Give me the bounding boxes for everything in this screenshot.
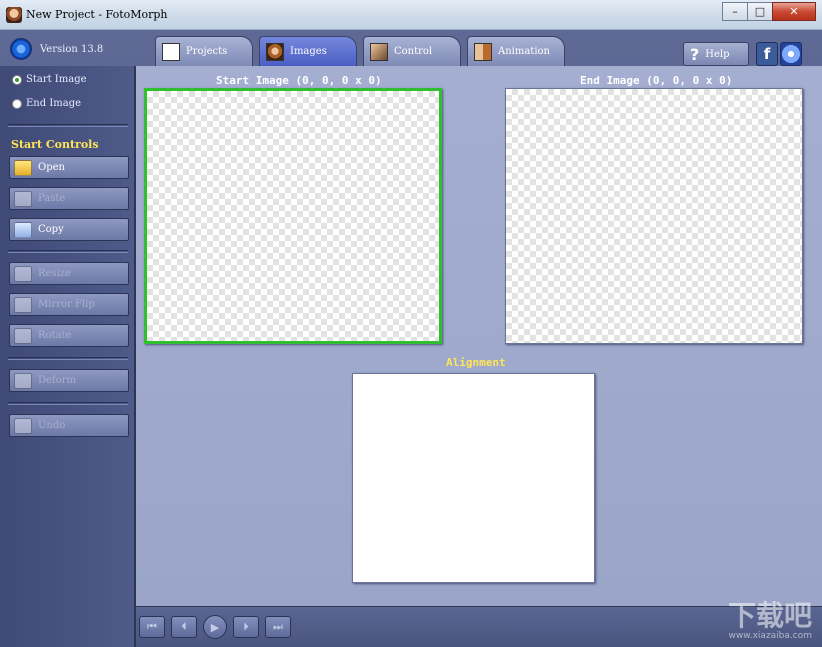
alignment-canvas[interactable] [352,373,595,583]
button-label: Resize [38,268,71,279]
button-label: Copy [38,224,64,235]
prev-frame-button[interactable]: ⏴ [171,616,197,638]
help-label: Help [705,48,730,60]
open-button[interactable]: Open [9,156,129,179]
tab-projects[interactable]: Projects [155,36,253,66]
animation-icon [474,42,492,61]
mirror-flip-button[interactable]: Mirror Flip [9,293,129,316]
version-text: Version 13.8 [40,43,104,55]
divider [8,250,128,253]
resize-icon [14,265,32,282]
watermark-main: 下载吧 [727,599,812,632]
deform-button[interactable]: Deform [9,369,129,392]
copy-icon [14,221,32,238]
resize-button[interactable]: Resize [9,262,129,285]
rotate-button[interactable]: Rotate [9,324,129,347]
tab-label: Animation [498,46,550,57]
tab-label: Projects [186,46,228,57]
radio-start-image[interactable]: Start Image [12,74,87,85]
button-label: Rotate [38,330,72,341]
radio-end-image[interactable]: End Image [12,98,81,109]
button-label: Deform [38,375,76,386]
radio-label: End Image [26,98,82,109]
image-workspace: Start Image (0, 0, 0 x 0) End Image (0, … [134,66,822,606]
end-image-label: End Image (0, 0, 0 x 0) [580,74,733,87]
play-button[interactable]: ▶ [203,615,227,639]
divider [8,124,128,127]
divider [8,357,128,360]
title-bar: New Project - FotoMorph – □ ✕ [0,0,822,30]
mirror-flip-icon [14,296,32,313]
button-label: Mirror Flip [38,299,95,310]
maximize-button[interactable]: □ [747,2,773,21]
close-button[interactable]: ✕ [772,2,816,21]
main-tabs: Projects Images Control Animation [155,36,571,66]
first-frame-button[interactable]: ⏮ [139,616,165,638]
undo-button[interactable]: Undo [9,414,129,437]
help-button[interactable]: ? Help [683,42,749,66]
facebook-button[interactable]: f [756,42,778,66]
paste-button[interactable]: Paste [9,187,129,210]
minimize-button[interactable]: – [722,2,748,21]
folder-open-icon [14,159,32,176]
window-title: New Project - FotoMorph [26,8,168,21]
app-icon [6,7,22,23]
radio-unchecked-icon [12,98,22,109]
window-controls: – □ ✕ [722,2,816,22]
button-label: Open [38,162,65,173]
app-frame: Version 13.8 Projects Images Control Ani… [0,30,822,647]
globe-icon[interactable] [780,42,802,66]
button-label: Paste [38,193,66,204]
deform-icon [14,372,32,389]
radio-checked-icon [12,74,22,85]
alignment-label: Alignment [446,356,506,369]
copy-button[interactable]: Copy [9,218,129,241]
watermark-url: www.xiazaiba.com [728,631,812,641]
fotomorph-logo-icon [10,38,32,60]
rotate-icon [14,327,32,344]
divider [8,402,128,405]
radio-label: Start Image [26,74,87,85]
left-panel: Start Image End Image Start Controls Ope… [0,66,134,647]
paste-icon [14,190,32,207]
face-icon [266,42,284,61]
tab-animation[interactable]: Animation [467,36,565,66]
last-frame-button[interactable]: ⏭ [265,616,291,638]
section-title: Start Controls [11,138,99,151]
tab-label: Images [290,46,327,57]
tab-images[interactable]: Images [259,36,357,66]
tab-control[interactable]: Control [363,36,461,66]
grid-icon [162,42,180,61]
version-area: Version 13.8 [10,38,103,60]
watermark: 下载吧 www.xiazaiba.com [728,602,812,641]
help-icon: ? [690,44,700,64]
playback-bar: ⏮ ⏴ ▶ ⏵ ⏭ 下载吧 www.xiazaiba.com [134,602,822,647]
undo-icon [14,417,32,434]
start-image-canvas[interactable] [144,88,442,344]
end-image-canvas[interactable] [505,88,803,344]
control-icon [370,42,388,61]
button-label: Undo [38,420,66,431]
start-image-label: Start Image (0, 0, 0 x 0) [216,74,382,87]
tab-label: Control [394,46,433,57]
next-frame-button[interactable]: ⏵ [233,616,259,638]
